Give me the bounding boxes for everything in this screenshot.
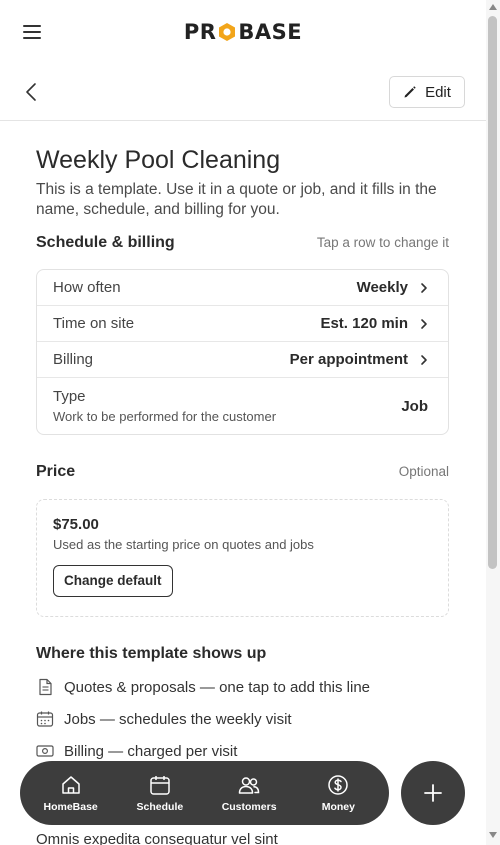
add-button[interactable] (401, 761, 465, 825)
logo-text-right: BASE (238, 20, 303, 44)
row-label: How often (53, 279, 121, 296)
chevron-right-icon (421, 282, 427, 293)
row-label: Billing (53, 351, 94, 368)
price-section-header: Price Optional (36, 463, 449, 481)
back-chevron-icon[interactable] (22, 82, 42, 102)
nav-item-homebase[interactable]: HomeBase (31, 774, 111, 813)
row-value: Per appointment (289, 351, 408, 368)
nav-item-label: Schedule (136, 800, 184, 813)
row-value: Job (401, 397, 428, 415)
nav-item-label: HomeBase (43, 800, 98, 813)
nav-item-label: Customers (221, 800, 277, 813)
schedule-section-header: Schedule & billing Tap a row to change i… (36, 234, 449, 252)
row-billing[interactable]: Billing Per appointment (37, 342, 448, 378)
scroll-down-arrow-icon[interactable] (488, 831, 498, 839)
edit-button-label: Edit (425, 83, 451, 101)
main-content: Weekly Pool Cleaning This is a template.… (36, 121, 449, 767)
partial-text: Omnis expedita consequatur vel sint (36, 831, 278, 845)
row-value: Est. 120 min (320, 315, 408, 332)
schedule-card: How often Weekly Time on site Est. 120 m… (36, 269, 449, 435)
nav-item-schedule[interactable]: Schedule (120, 774, 200, 813)
plus-icon (424, 784, 442, 802)
chevron-right-icon (421, 354, 427, 365)
change-default-button[interactable]: Change default (53, 565, 173, 597)
nav-item-label: Money (321, 800, 355, 813)
scrollbar-thumb[interactable] (488, 16, 497, 569)
page-title: Weekly Pool Cleaning (36, 146, 281, 174)
usage-section-title: Where this template shows up (36, 645, 267, 662)
home-icon (61, 775, 80, 794)
row-label: Type (53, 388, 86, 405)
hamburger-menu-icon[interactable] (22, 22, 42, 42)
price-amount: $75.00 (53, 516, 99, 533)
users-icon (238, 776, 260, 794)
page-toolbar: Edit (0, 64, 486, 121)
usage-item-text: Quotes & proposals — one tap to add this… (64, 678, 371, 696)
schedule-section-hint: Tap a row to change it (316, 235, 449, 250)
price-section-title: Price (36, 463, 76, 480)
row-time-on-site[interactable]: Time on site Est. 120 min (37, 306, 448, 342)
calendar-icon (36, 711, 54, 727)
top-bar: PR BASE (0, 0, 486, 64)
row-value: Weekly (356, 279, 408, 296)
row-label: Time on site (53, 315, 135, 332)
price-section-hint: Optional (398, 464, 449, 479)
document-icon (39, 678, 52, 696)
bottom-navigation: HomeBase Schedule Customers Money (20, 761, 389, 825)
cash-icon (36, 745, 54, 757)
price-description: Used as the starting price on quotes and… (53, 537, 314, 552)
chevron-right-icon (421, 318, 427, 329)
logo-hexagon-icon (219, 23, 236, 41)
dollar-icon (328, 774, 349, 795)
usage-item-text: Jobs — schedules the weekly visit (64, 710, 292, 728)
nav-item-customers[interactable]: Customers (209, 774, 289, 813)
calendar-icon (150, 775, 170, 795)
list-item: Quotes & proposals — one tap to add this… (36, 671, 449, 703)
price-card: $75.00 Used as the starting price on quo… (36, 499, 449, 617)
probase-logo[interactable]: PR BASE (184, 20, 302, 44)
nav-item-money[interactable]: Money (298, 774, 378, 813)
pencil-icon (404, 86, 416, 98)
edit-button[interactable]: Edit (389, 76, 465, 108)
schedule-section-title: Schedule & billing (36, 234, 175, 251)
row-sublabel: Work to be performed for the customer (53, 409, 277, 424)
page-description: This is a template. Use it in a quote or… (36, 181, 437, 218)
usage-item-text: Billing — charged per visit (64, 742, 238, 760)
logo-text-left: PR (183, 20, 217, 44)
usage-list: Quotes & proposals — one tap to add this… (36, 671, 449, 767)
list-item: Jobs — schedules the weekly visit (36, 703, 449, 735)
row-how-often[interactable]: How often Weekly (37, 270, 448, 306)
row-type: Type Work to be performed for the custom… (37, 378, 448, 434)
scroll-up-arrow-icon[interactable] (488, 3, 498, 11)
